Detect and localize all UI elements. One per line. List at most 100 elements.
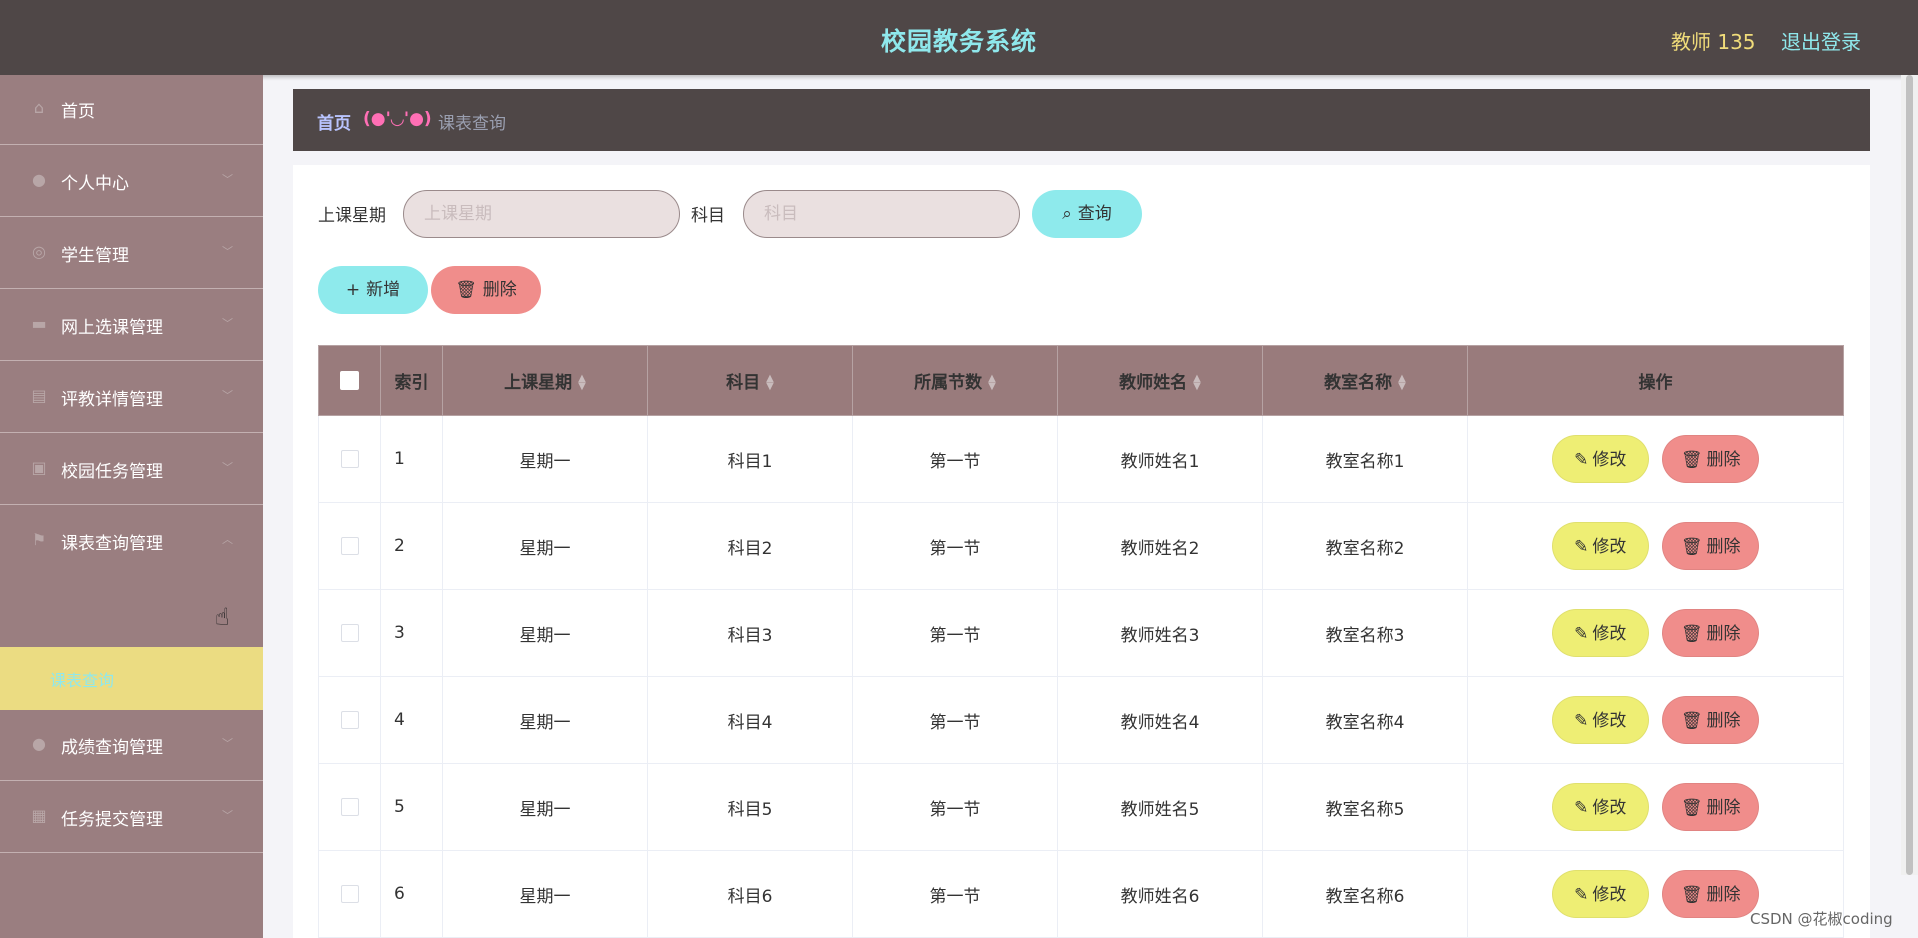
table-header-row: 索引 上课星期 ▲ ▼ 科目 ▲ ▼ 所属节数 ▲ ▼ 教师姓名 ▲ ▼ 教室名称 ▲ ▼ 操作 xyxy=(318,345,1844,416)
edit-icon: ✎ xyxy=(1574,450,1589,470)
table-row: 3 星期一 科目3 第一节 教师姓名3 教室名称3 ✎ 修改 🗑 删除 xyxy=(318,589,1844,677)
cell-weekday: 星期一 xyxy=(442,589,648,677)
scrollbar-thumb[interactable] xyxy=(1906,75,1913,875)
wallet-icon: ▣ xyxy=(31,458,47,477)
cell-weekday: 星期一 xyxy=(442,850,648,938)
table-row: 5 星期一 科目5 第一节 教师姓名5 教室名称5 ✎ 修改 🗑 删除 xyxy=(318,763,1844,851)
cell-actions: ✎ 修改 🗑 删除 xyxy=(1467,502,1844,590)
edit-button[interactable]: ✎ 修改 xyxy=(1551,696,1649,744)
delete-button[interactable]: 🗑 删除 xyxy=(1662,522,1760,570)
delete-button[interactable]: 🗑 删除 xyxy=(1662,609,1760,657)
delete-button[interactable]: 🗑 删除 xyxy=(1662,870,1760,918)
cell-subject: 科目3 xyxy=(647,589,853,677)
timetable-table: 索引 上课星期 ▲ ▼ 科目 ▲ ▼ 所属节数 ▲ ▼ 教师姓名 ▲ ▼ 教室名称 ▲ ▼ 操作 1… xyxy=(318,345,1844,938)
sidebar-item-evaluation[interactable]: ▤ 评教详情管理 ﹀ xyxy=(0,363,263,433)
weekday-search-input[interactable] xyxy=(403,190,680,238)
edit-button[interactable]: ✎ 修改 xyxy=(1551,609,1649,657)
monitor-icon: ▬ xyxy=(31,314,47,333)
sidebar-item-course-selection[interactable]: ▬ 网上选课管理 ﹀ xyxy=(0,291,263,361)
select-all-checkbox[interactable] xyxy=(340,371,359,390)
cell-classroom: 教室名称1 xyxy=(1262,415,1468,503)
row-checkbox[interactable] xyxy=(340,711,359,729)
subject-search-input[interactable] xyxy=(743,190,1020,238)
cell-actions: ✎ 修改 🗑 删除 xyxy=(1467,589,1844,677)
cell-period: 第一节 xyxy=(852,763,1058,851)
breadcrumb-home-link[interactable]: 首页 xyxy=(317,109,351,134)
edit-button[interactable]: ✎ 修改 xyxy=(1551,870,1649,918)
column-header-classroom[interactable]: 教室名称 ▲ ▼ xyxy=(1262,345,1468,416)
search-icon: ⌕ xyxy=(1062,204,1072,224)
row-checkbox[interactable] xyxy=(340,624,359,642)
column-header-label: 索引 xyxy=(394,373,429,393)
edit-button[interactable]: ✎ 修改 xyxy=(1551,435,1649,483)
cell-weekday: 星期一 xyxy=(442,763,648,851)
row-checkbox[interactable] xyxy=(340,798,359,816)
sidebar-item-profile[interactable]: ● 个人中心 ﹀ xyxy=(0,147,263,217)
add-button-label: 新增 xyxy=(366,280,401,300)
sidebar-item-grades[interactable]: ● 成绩查询管理 ﹀ xyxy=(0,711,263,781)
sort-icon[interactable]: ▲ ▼ xyxy=(1193,374,1201,392)
sort-icon[interactable]: ▲ ▼ xyxy=(1398,374,1406,392)
trash-icon: 🗑 xyxy=(1680,798,1703,818)
cell-teacher: 教师姓名3 xyxy=(1057,589,1263,677)
chevron-down-icon: ﹀ xyxy=(222,809,233,822)
batch-delete-button-label: 删除 xyxy=(482,280,517,300)
edit-icon: ✎ xyxy=(1574,798,1589,818)
edit-button[interactable]: ✎ 修改 xyxy=(1551,522,1649,570)
column-header-index: 索引 xyxy=(380,345,443,416)
cell-actions: ✎ 修改 🗑 删除 xyxy=(1467,415,1844,503)
sort-icon[interactable]: ▲ ▼ xyxy=(578,374,586,392)
logout-link[interactable]: 退出登录 xyxy=(1781,26,1861,55)
column-header-actions: 操作 xyxy=(1467,345,1844,416)
cell-classroom: 教室名称3 xyxy=(1262,589,1468,677)
cell-classroom: 教室名称5 xyxy=(1262,763,1468,851)
sidebar-item-label: 任务提交管理 xyxy=(61,810,163,830)
sort-icon[interactable]: ▲ ▼ xyxy=(988,374,996,392)
sidebar-item-label: 首页 xyxy=(61,102,95,122)
row-checkbox[interactable] xyxy=(340,537,359,555)
sidebar-subitem-timetable-query[interactable]: 课表查询 xyxy=(0,647,263,710)
row-checkbox[interactable] xyxy=(340,885,359,903)
cell-teacher: 教师姓名1 xyxy=(1057,415,1263,503)
chevron-down-icon: ﹀ xyxy=(222,245,233,258)
sort-icon[interactable]: ▲ ▼ xyxy=(766,374,774,392)
delete-button[interactable]: 🗑 删除 xyxy=(1662,783,1760,831)
add-button[interactable]: + 新增 xyxy=(318,266,428,314)
trash-icon: 🗑 xyxy=(1680,450,1703,470)
row-checkbox[interactable] xyxy=(340,450,359,468)
sidebar-item-students[interactable]: ◎ 学生管理 ﹀ xyxy=(0,219,263,289)
cell-period: 第一节 xyxy=(852,415,1058,503)
trash-icon: 🗑 xyxy=(455,280,477,300)
select-all-cell xyxy=(318,345,381,416)
column-header-subject[interactable]: 科目 ▲ ▼ xyxy=(647,345,853,416)
cell-period: 第一节 xyxy=(852,502,1058,590)
chevron-down-icon: ﹀ xyxy=(222,173,233,186)
column-header-label: 科目 xyxy=(726,373,761,393)
current-user: 教师 135 xyxy=(1671,30,1756,54)
sidebar-item-task-submission[interactable]: ▦ 任务提交管理 ﹀ xyxy=(0,783,263,853)
column-header-period[interactable]: 所属节数 ▲ ▼ xyxy=(852,345,1058,416)
breadcrumb: 首页 (●'◡'●) 课表查询 xyxy=(293,89,1870,151)
sidebar-item-home[interactable]: ⌂ 首页 xyxy=(0,75,263,145)
sidebar-item-campus-tasks[interactable]: ▣ 校园任务管理 ﹀ xyxy=(0,435,263,505)
cell-subject: 科目1 xyxy=(647,415,853,503)
sidebar-item-timetable[interactable]: ⚑ 课表查询管理 ︿ xyxy=(0,507,263,577)
table-row: 2 星期一 科目2 第一节 教师姓名2 教室名称2 ✎ 修改 🗑 删除 xyxy=(318,502,1844,590)
breadcrumb-emoticon: (●'◡'●) xyxy=(363,109,432,129)
query-button[interactable]: ⌕ 查询 xyxy=(1032,190,1142,238)
user-icon: ● xyxy=(32,170,46,189)
edit-icon: ✎ xyxy=(1574,624,1589,644)
page-scrollbar[interactable] xyxy=(1901,75,1918,875)
batch-delete-button[interactable]: 🗑 删除 xyxy=(431,266,541,314)
watermark: CSDN @花椒coding xyxy=(1750,910,1893,928)
cell-index: 2 xyxy=(380,502,443,590)
cell-teacher: 教师姓名6 xyxy=(1057,850,1263,938)
plus-icon: + xyxy=(345,280,361,300)
column-header-teacher[interactable]: 教师姓名 ▲ ▼ xyxy=(1057,345,1263,416)
column-header-weekday[interactable]: 上课星期 ▲ ▼ xyxy=(442,345,648,416)
sidebar-item-label: 评教详情管理 xyxy=(61,390,163,410)
delete-button[interactable]: 🗑 删除 xyxy=(1662,435,1760,483)
delete-button[interactable]: 🗑 删除 xyxy=(1662,696,1760,744)
edit-button[interactable]: ✎ 修改 xyxy=(1551,783,1649,831)
cell-subject: 科目6 xyxy=(647,850,853,938)
